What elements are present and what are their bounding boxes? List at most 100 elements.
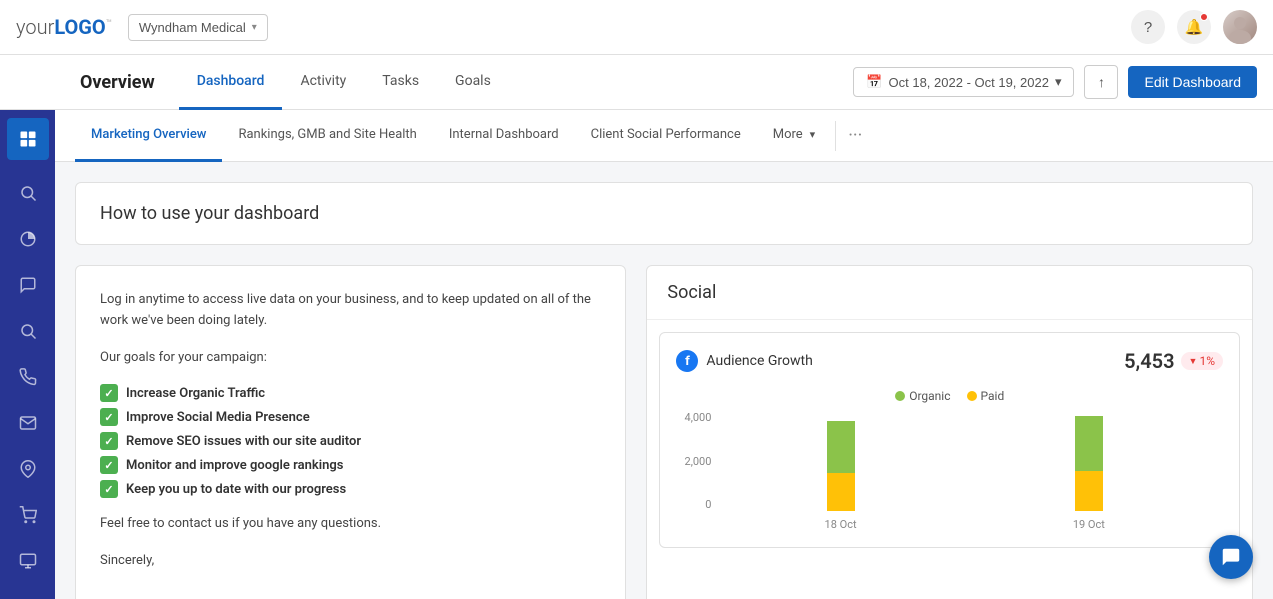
ag-change-value: 1% bbox=[1199, 354, 1215, 368]
sub-tab-internal-label: Internal Dashboard bbox=[449, 127, 559, 142]
y-label-2000: 2,000 bbox=[676, 455, 711, 468]
contact-text: Feel free to contact us if you have any … bbox=[100, 514, 601, 535]
bar-group-19oct bbox=[1075, 416, 1103, 511]
goal-item-1: Increase Organic Traffic bbox=[100, 384, 601, 402]
facebook-icon: f bbox=[676, 350, 698, 372]
org-selector[interactable]: Wyndham Medical ▾ bbox=[128, 14, 268, 41]
goal-item-2: Improve Social Media Presence bbox=[100, 408, 601, 426]
chat-bubble-icon bbox=[1220, 546, 1242, 568]
notification-dot bbox=[1200, 13, 1208, 21]
sub-tab-social[interactable]: Client Social Performance bbox=[575, 110, 757, 162]
sincerely-text: Sincerely, bbox=[100, 551, 601, 572]
main-content: How to use your dashboard Log in anytime… bbox=[55, 162, 1273, 599]
tab-dashboard[interactable]: Dashboard bbox=[179, 55, 283, 110]
chart-y-axis: 4,000 2,000 0 bbox=[676, 411, 711, 511]
sub-tab-marketing-overview[interactable]: Marketing Overview bbox=[75, 110, 222, 162]
paid-label: Paid bbox=[981, 389, 1005, 403]
ag-title-row: f Audience Growth bbox=[676, 350, 812, 372]
legend-paid: Paid bbox=[967, 389, 1005, 403]
content-grid: Log in anytime to access live data on yo… bbox=[75, 265, 1253, 599]
calendar-icon: 📅 bbox=[866, 74, 882, 90]
goal-text-1: Increase Organic Traffic bbox=[126, 386, 265, 401]
sidebar-ecommerce[interactable] bbox=[7, 494, 49, 536]
legend-organic: Organic bbox=[895, 389, 950, 403]
bell-icon: 🔔 bbox=[1185, 18, 1204, 36]
sub-tab-rankings[interactable]: Rankings, GMB and Site Health bbox=[222, 110, 432, 162]
chevron-down-icon: ▾ bbox=[810, 128, 816, 141]
organic-dot bbox=[895, 391, 905, 401]
ag-change: ▼ 1% bbox=[1181, 352, 1223, 370]
chat-support-button[interactable] bbox=[1209, 535, 1253, 579]
paid-dot bbox=[967, 391, 977, 401]
sidebar-seo[interactable] bbox=[7, 310, 49, 352]
help-icon: ? bbox=[1144, 19, 1152, 36]
goal-item-5: Keep you up to date with our progress bbox=[100, 480, 601, 498]
bar-stack-18oct bbox=[827, 421, 855, 511]
secondary-nav-right: 📅 Oct 18, 2022 - Oct 19, 2022 ▾ ↑ Edit D… bbox=[853, 65, 1257, 99]
sidebar-search[interactable] bbox=[7, 172, 49, 214]
sub-tabs-bar: Marketing Overview Rankings, GMB and Sit… bbox=[55, 110, 1273, 162]
sidebar-phone[interactable] bbox=[7, 356, 49, 398]
avatar[interactable] bbox=[1223, 10, 1257, 44]
sidebar-reports[interactable] bbox=[7, 540, 49, 582]
check-icon-1 bbox=[100, 384, 118, 402]
social-title: Social bbox=[667, 282, 716, 303]
sidebar-chat[interactable] bbox=[7, 264, 49, 306]
phone-icon bbox=[19, 368, 37, 386]
chart-x-axis: 18 Oct 19 Oct bbox=[716, 518, 1213, 531]
check-icon-4 bbox=[100, 456, 118, 474]
edit-dashboard-button[interactable]: Edit Dashboard bbox=[1128, 66, 1257, 98]
bar-paid-19oct bbox=[1075, 471, 1103, 511]
x-label-19oct: 19 Oct bbox=[1073, 518, 1105, 531]
notifications-button[interactable]: 🔔 bbox=[1177, 10, 1211, 44]
avatar-image bbox=[1223, 10, 1257, 44]
sidebar-map[interactable] bbox=[7, 448, 49, 490]
pie-chart-icon bbox=[19, 230, 37, 248]
sub-tab-more[interactable]: More ▾ bbox=[757, 110, 831, 162]
sidebar-email[interactable] bbox=[7, 402, 49, 444]
location-search-icon bbox=[19, 322, 37, 340]
check-icon-3 bbox=[100, 432, 118, 450]
goal-text-3: Remove SEO issues with our site auditor bbox=[126, 434, 361, 449]
tab-activity[interactable]: Activity bbox=[282, 55, 364, 110]
y-label-4000: 4,000 bbox=[676, 411, 711, 424]
tab-goals[interactable]: Goals bbox=[437, 55, 509, 110]
goal-item-4: Monitor and improve google rankings bbox=[100, 456, 601, 474]
logo-tm: ™ bbox=[106, 18, 112, 29]
x-label-18oct: 18 Oct bbox=[825, 518, 857, 531]
goals-label: Our goals for your campaign: bbox=[100, 348, 601, 369]
page-title: Overview bbox=[80, 72, 155, 93]
tab-tasks[interactable]: Tasks bbox=[364, 55, 437, 110]
top-bar-right: ? 🔔 bbox=[1131, 10, 1257, 44]
organic-label: Organic bbox=[909, 389, 950, 403]
ag-header: f Audience Growth 5,453 ▼ 1% bbox=[676, 349, 1223, 373]
goal-item-3: Remove SEO issues with our site auditor bbox=[100, 432, 601, 450]
main-layout: Marketing Overview Rankings, GMB and Sit… bbox=[0, 110, 1273, 599]
check-icon-2 bbox=[100, 408, 118, 426]
help-button[interactable]: ? bbox=[1131, 10, 1165, 44]
chart-legend: Organic Paid bbox=[676, 389, 1223, 403]
sub-tab-more-label: More bbox=[773, 127, 803, 142]
how-to-title: How to use your dashboard bbox=[100, 203, 1228, 224]
how-to-card: How to use your dashboard bbox=[75, 182, 1253, 245]
ag-stat: 5,453 ▼ 1% bbox=[1124, 349, 1223, 373]
chevron-down-icon: ▾ bbox=[252, 22, 257, 33]
sidebar-home-button[interactable] bbox=[7, 118, 49, 160]
sub-tab-rankings-label: Rankings, GMB and Site Health bbox=[238, 127, 416, 142]
intro-text-card: Log in anytime to access live data on yo… bbox=[75, 265, 626, 599]
audience-growth-chart: 4,000 2,000 0 bbox=[676, 411, 1223, 531]
sub-tab-internal[interactable]: Internal Dashboard bbox=[433, 110, 575, 162]
ag-title: Audience Growth bbox=[706, 353, 812, 369]
org-name: Wyndham Medical bbox=[139, 20, 246, 35]
sidebar-charts[interactable] bbox=[7, 218, 49, 260]
social-card: Social f Audience Growth 5,453 ▼ bbox=[646, 265, 1253, 599]
share-button[interactable]: ↑ bbox=[1084, 65, 1118, 99]
grid-icon bbox=[18, 129, 38, 149]
chat-icon bbox=[19, 276, 37, 294]
bar-group-18oct bbox=[827, 421, 855, 511]
bar-stack-19oct bbox=[1075, 416, 1103, 511]
goal-text-4: Monitor and improve google rankings bbox=[126, 458, 343, 473]
sub-tab-marketing-label: Marketing Overview bbox=[91, 127, 206, 142]
date-range-button[interactable]: 📅 Oct 18, 2022 - Oct 19, 2022 ▾ bbox=[853, 67, 1074, 97]
more-options-button[interactable]: ··· bbox=[840, 125, 870, 146]
